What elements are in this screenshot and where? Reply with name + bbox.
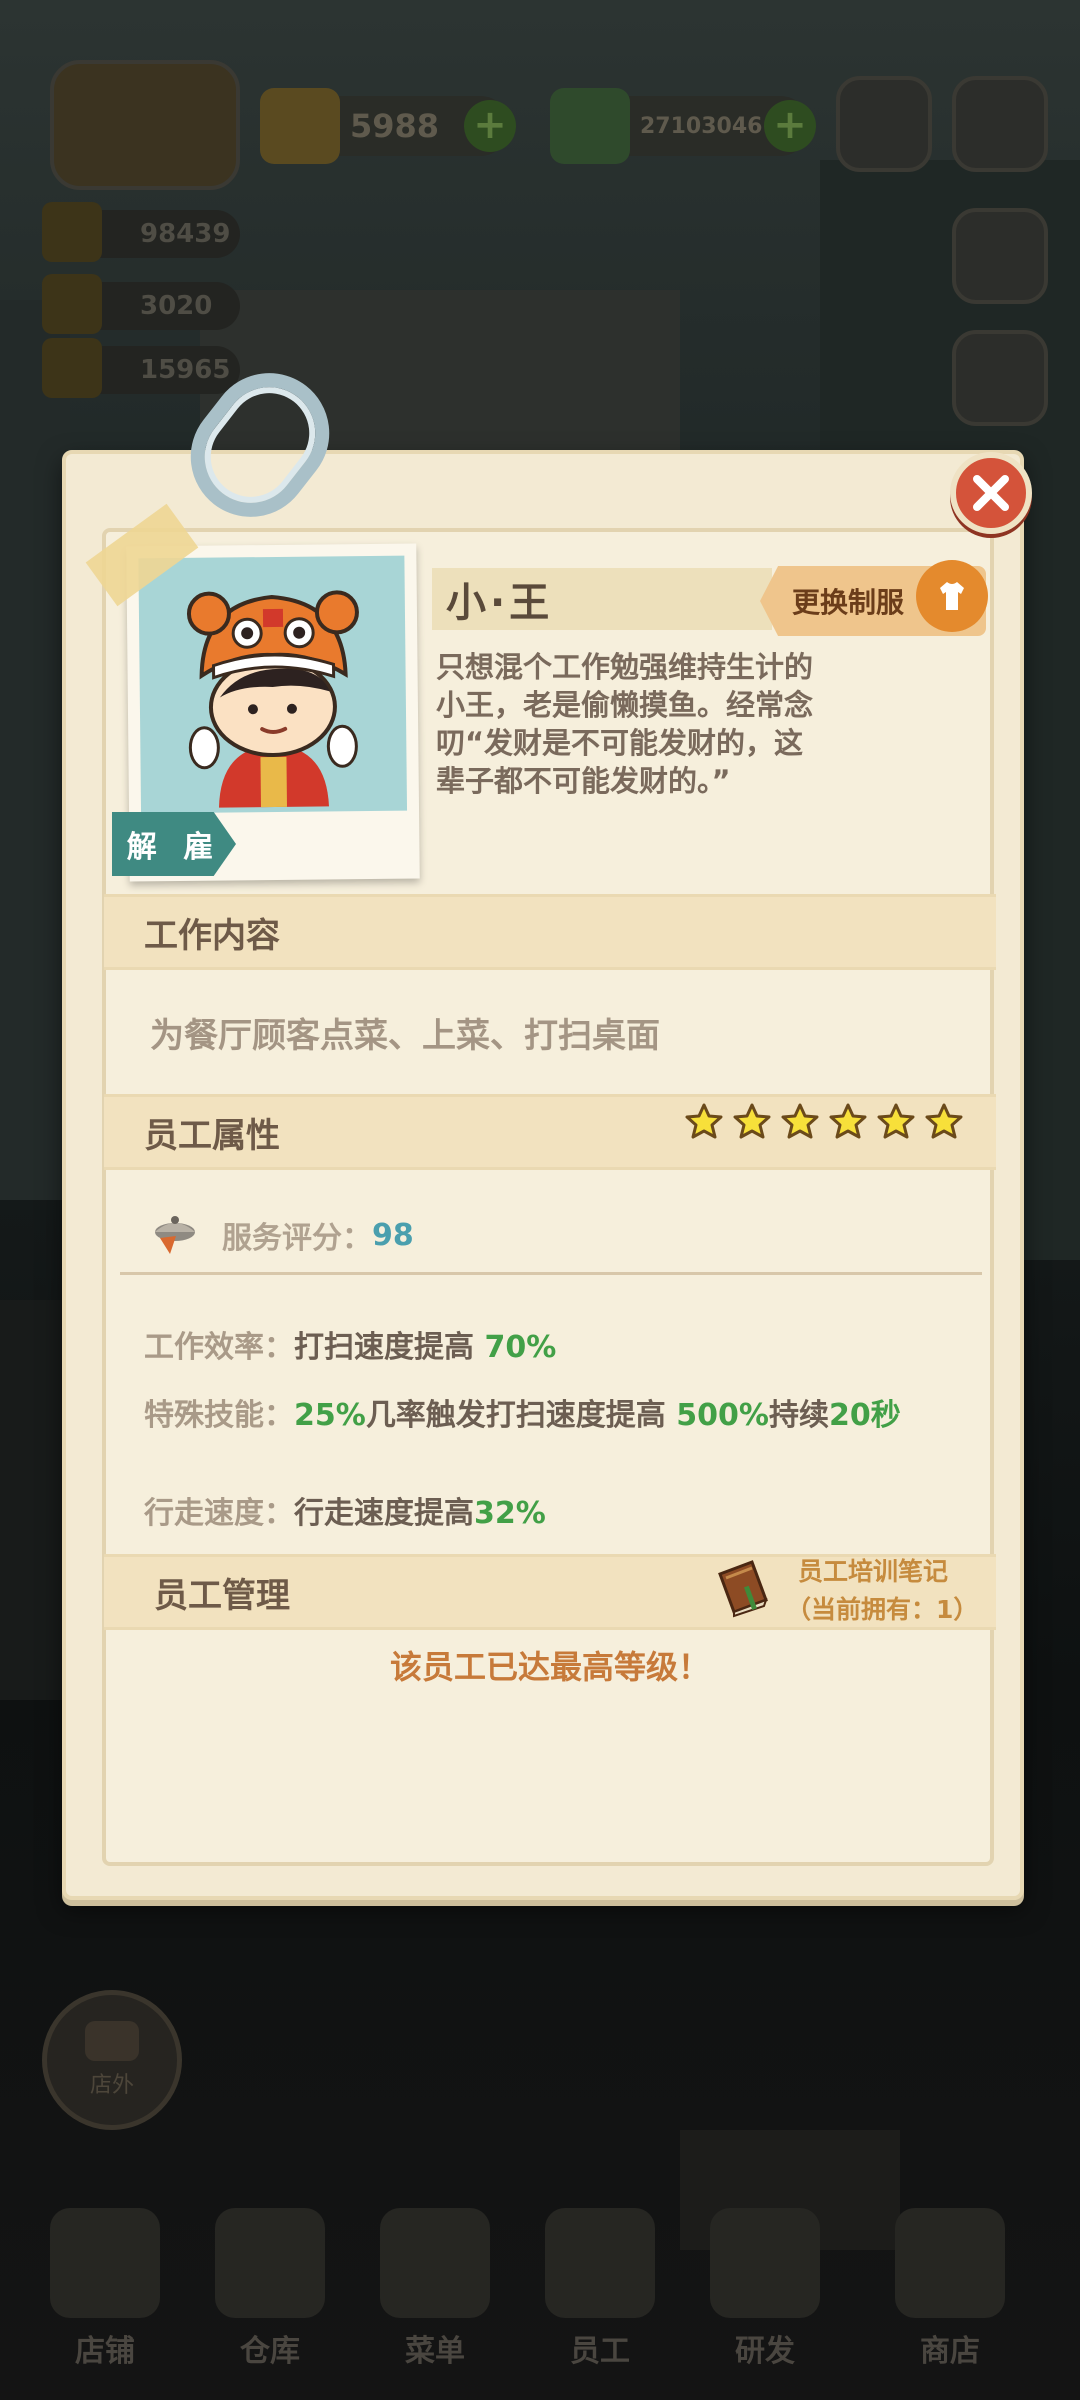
cash-value: 27103046: [640, 113, 763, 139]
resource-3: 15965: [42, 338, 240, 398]
special-skill-row: 特殊技能：25%几率触发打扫速度提高 500%持续20秒: [144, 1390, 901, 1434]
rating-label: 服务评分：: [222, 1221, 372, 1256]
star-icon: [925, 1103, 963, 1139]
notes-button[interactable]: [952, 330, 1048, 426]
coin-icon: [260, 88, 340, 164]
star-rating: [684, 1102, 964, 1142]
skill-boost: 500%: [676, 1398, 769, 1433]
work-content-header: 工作内容: [104, 894, 996, 970]
nav-research[interactable]: 研发: [685, 2208, 845, 2370]
fire-button[interactable]: 解 雇: [112, 812, 236, 876]
work-efficiency-row: 工作效率：打扫速度提高 70%: [144, 1322, 556, 1366]
star-icon: [781, 1103, 819, 1139]
walk-speed-row: 行走速度：行走速度提高32%: [144, 1488, 546, 1532]
add-cash-button[interactable]: +: [764, 100, 816, 152]
attr-text: 打扫速度提高: [294, 1330, 485, 1365]
attr-value: 70%: [484, 1330, 557, 1365]
coin-value: 5988: [350, 107, 440, 145]
uniform-icon[interactable]: [916, 560, 988, 632]
store-icon: [50, 2208, 160, 2318]
resource-1-value: 98439: [140, 219, 231, 249]
book-icon: [718, 1560, 768, 1618]
bio-line: 叨“发财是不可能发财的，这: [436, 726, 804, 760]
close-button[interactable]: [950, 452, 1032, 534]
training-notes-title: 员工培训笔记: [798, 1557, 949, 1586]
training-notes-count: （当前拥有：1）: [786, 1595, 979, 1624]
employee-name-bar: 小·王: [432, 568, 772, 630]
hat-icon: [42, 274, 102, 334]
nav-label: 菜单: [405, 2334, 465, 2369]
pot-icon: [42, 202, 102, 262]
guide-book-button[interactable]: [952, 208, 1048, 304]
resource-3-value: 15965: [140, 355, 231, 385]
add-coins-button[interactable]: +: [464, 100, 516, 152]
work-content-body: 为餐厅顾客点菜、上菜、打扫桌面: [104, 1008, 996, 1057]
section-title: 工作内容: [144, 915, 280, 956]
nav-label: 员工: [570, 2334, 630, 2369]
resource-1: 98439: [42, 202, 240, 262]
attr-label: 行走速度：: [144, 1496, 294, 1531]
camera-button[interactable]: [836, 76, 932, 172]
max-level-message: 该员工已达最高等级！: [389, 1648, 710, 1686]
training-notes[interactable]: 员工培训笔记 （当前拥有：1）: [712, 1552, 992, 1624]
star-icon: [829, 1103, 867, 1139]
box-icon: [215, 2208, 325, 2318]
cash-icon: [550, 88, 630, 164]
divider: [120, 1272, 982, 1275]
pot-research-icon: [710, 2208, 820, 2318]
attr-text: 行走速度提高: [294, 1496, 474, 1531]
tiger-hat-character-icon: [186, 590, 359, 808]
bio-line: 辈子都不可能发财的。”: [436, 764, 731, 798]
change-uniform-label: 更换制服: [792, 586, 905, 619]
section-title: 员工管理: [154, 1575, 290, 1616]
section-title: 员工属性: [144, 1115, 280, 1156]
skill-duration-label: 持续: [768, 1398, 829, 1433]
bio-line: 小王，老是偷懒摸鱼。经常念: [436, 688, 814, 722]
close-icon: [973, 475, 1009, 511]
employee-name: 小·王: [446, 580, 554, 626]
nav-store[interactable]: 商店: [870, 2208, 1030, 2370]
rating-value: 98: [372, 1217, 414, 1253]
skill-text: 几率触发打扫速度提高: [365, 1398, 677, 1433]
bio-line: 只想混个工作勉强维持生计的: [436, 650, 814, 684]
staff-icon: [545, 2208, 655, 2318]
service-bell-icon: [155, 1216, 195, 1254]
nav-menu[interactable]: 菜单: [355, 2208, 515, 2370]
coin-counter: 5988 +: [260, 88, 516, 164]
nav-label: 研发: [735, 2334, 795, 2369]
outside-label: 店外: [89, 2073, 134, 2098]
gift-icon: [895, 2208, 1005, 2318]
nav-staff[interactable]: 员工: [520, 2208, 680, 2370]
employee-portrait: [138, 555, 408, 814]
fire-label: 解 雇: [126, 830, 222, 865]
menu-icon: [380, 2208, 490, 2318]
settings-button[interactable]: [952, 76, 1048, 172]
attr-label: 工作效率：: [144, 1330, 294, 1365]
level-badge[interactable]: [50, 60, 240, 190]
attr-label: 特殊技能：: [144, 1398, 294, 1433]
cash-counter: 27103046 +: [550, 88, 816, 164]
top-hud: 5988 + 27103046 + 98439 3020 15965: [0, 0, 1080, 426]
skill-duration: 20秒: [828, 1398, 901, 1433]
phone-icon: [85, 2021, 139, 2061]
skill-chance: 25%: [294, 1398, 366, 1433]
nav-label: 仓库: [240, 2334, 300, 2369]
bottom-nav: 店铺 仓库 菜单 员工 研发 商店: [0, 2160, 1080, 2400]
nav-shop-front[interactable]: 店铺: [25, 2208, 185, 2370]
nav-warehouse[interactable]: 仓库: [190, 2208, 350, 2370]
ticket-icon: [42, 338, 102, 398]
nav-label: 商店: [920, 2334, 980, 2369]
star-icon: [685, 1103, 723, 1139]
work-description: 为餐厅顾客点菜、上菜、打扫桌面: [150, 1016, 660, 1056]
attr-value: 32%: [474, 1496, 546, 1531]
resource-2: 3020: [42, 274, 240, 334]
star-icon: [877, 1103, 915, 1139]
resource-2-value: 3020: [140, 291, 213, 321]
nav-label: 店铺: [75, 2334, 135, 2369]
star-icon: [733, 1103, 771, 1139]
service-rating: 服务评分： 98: [150, 1210, 414, 1260]
outside-button[interactable]: 店外: [42, 1990, 182, 2130]
employee-bio: 只想混个工作勉强维持生计的 小王，老是偷懒摸鱼。经常念 叨“发财是不可能发财的，…: [436, 648, 866, 800]
